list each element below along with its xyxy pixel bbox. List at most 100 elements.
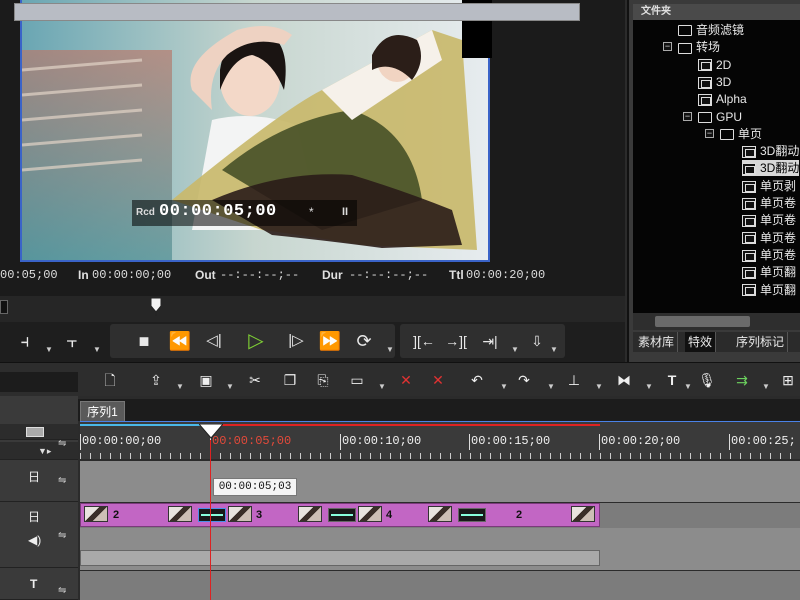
split-icon[interactable]: ⧓: [614, 370, 634, 390]
redo-dropdown-icon[interactable]: ▼: [547, 382, 555, 391]
scrub-playhead[interactable]: [151, 298, 161, 316]
ruler-tick: [729, 434, 730, 450]
audio-clip[interactable]: [80, 550, 600, 566]
delete-icon[interactable]: ✕: [396, 370, 416, 390]
grid-icon[interactable]: ⊞: [778, 370, 798, 390]
scrub-track[interactable]: [14, 3, 580, 21]
title-track-toggle[interactable]: T: [30, 577, 37, 591]
clip-label: 3: [256, 509, 263, 521]
tree-item[interactable]: 单页卷: [742, 230, 796, 246]
tree-item[interactable]: 单页卷: [742, 195, 796, 211]
link-dropdown-icon[interactable]: ▼: [378, 382, 386, 391]
out-label: Out: [195, 268, 216, 282]
dur-value[interactable]: --:--:--;--: [349, 268, 428, 282]
split-button[interactable]: ⇥|: [475, 330, 505, 354]
tree-collapse-toggle[interactable]: −: [705, 128, 714, 138]
track-v2-toggle[interactable]: 日: [28, 468, 40, 485]
transition-block[interactable]: [328, 508, 356, 522]
in-value[interactable]: 00:00:00;00: [92, 268, 171, 282]
export-dropdown-icon[interactable]: ▼: [550, 345, 558, 354]
track-v1-toggle[interactable]: 日: [28, 508, 40, 525]
export-button[interactable]: ⇩: [525, 330, 549, 354]
rewind-button[interactable]: ⏪: [166, 330, 194, 354]
mark-out-dropdown-icon[interactable]: ▼: [93, 345, 101, 354]
copy-icon[interactable]: ❐: [280, 370, 300, 390]
tree-item[interactable]: 单页翻: [742, 282, 796, 298]
play-button[interactable]: ▷: [242, 330, 270, 354]
transition-block[interactable]: [198, 508, 226, 522]
undo-dropdown-icon[interactable]: ▼: [500, 382, 508, 391]
scrub-left-button[interactable]: [0, 300, 8, 314]
trim-dropdown-icon[interactable]: ▼: [595, 382, 603, 391]
render-dropdown-icon[interactable]: ▼: [762, 382, 770, 391]
title-icon[interactable]: T: [662, 370, 682, 390]
ripple-delete-icon[interactable]: ✕: [428, 370, 448, 390]
track-dropdown-icon[interactable]: ▼▸: [38, 446, 51, 457]
paste-icon[interactable]: ⎘: [313, 370, 333, 390]
sync-icon-2[interactable]: ⇋: [58, 475, 66, 486]
title-dropdown-icon[interactable]: ▼: [684, 382, 692, 391]
out-value[interactable]: --:--:--;--: [220, 268, 299, 282]
track-v2-area[interactable]: [80, 461, 800, 502]
sync-icon-3[interactable]: ⇋: [58, 530, 66, 541]
trim-icon[interactable]: ⊥: [564, 370, 584, 390]
open-icon[interactable]: ⇪: [146, 370, 166, 390]
tree-item[interactable]: Alpha: [698, 91, 747, 107]
sync-icon-4[interactable]: ⇋: [58, 585, 66, 596]
link-icon[interactable]: ▭: [347, 370, 367, 390]
save-icon[interactable]: ▣: [196, 370, 216, 390]
speaker-icon[interactable]: ◀): [28, 533, 41, 547]
mic-icon[interactable]: 🎙: [697, 370, 717, 390]
tree-item[interactable]: 音频滤镜: [678, 22, 744, 38]
mark-in-button[interactable]: ⫞: [15, 330, 35, 354]
save-dropdown-icon[interactable]: ▼: [226, 382, 234, 391]
timeline-playhead-marker[interactable]: [199, 424, 223, 440]
transition-block[interactable]: [458, 508, 486, 522]
cut-icon[interactable]: ✂: [245, 370, 265, 390]
tab-sequence-markers[interactable]: 序列标记: [733, 332, 789, 352]
step-back-button[interactable]: ◁|: [200, 330, 228, 354]
open-dropdown-icon[interactable]: ▼: [176, 382, 184, 391]
split-dropdown-icon-2[interactable]: ▼: [645, 382, 653, 391]
tree-collapse-toggle[interactable]: −: [663, 42, 672, 52]
tree-item[interactable]: 2D: [698, 57, 731, 73]
tree-item[interactable]: 转场: [678, 39, 720, 55]
tree-item[interactable]: 3D: [698, 74, 731, 90]
clip-label: 2: [516, 509, 523, 521]
tree-collapse-toggle[interactable]: −: [683, 111, 692, 121]
split-dropdown-icon[interactable]: ▼: [511, 345, 519, 354]
new-icon[interactable]: 🗋: [100, 370, 120, 390]
tab-library[interactable]: 素材库: [635, 332, 679, 352]
mark-in-dropdown-icon[interactable]: ▼: [45, 345, 53, 354]
sync-icon-1[interactable]: ⇋: [58, 438, 66, 449]
tree-item[interactable]: 单页卷: [742, 212, 796, 228]
loop-dropdown-icon[interactable]: ▼: [386, 345, 394, 354]
insert-button[interactable]: ][←: [408, 330, 440, 354]
preview-monitor: Rcd 00:00:05;00 * II: [20, 0, 490, 262]
dur-label: Dur: [322, 268, 343, 282]
folder-icon: [698, 111, 712, 123]
overwrite-button[interactable]: →][: [440, 330, 472, 354]
timeline-playhead-line[interactable]: [210, 440, 211, 600]
tree-item[interactable]: 单页: [720, 126, 762, 142]
tab-effects[interactable]: 特效: [685, 332, 717, 352]
tree-item[interactable]: 单页翻: [742, 264, 796, 280]
zoom-slider-icon[interactable]: [26, 427, 44, 437]
sequence-tab[interactable]: 序列1: [80, 401, 125, 421]
mark-out-button[interactable]: ⫟: [62, 330, 82, 354]
render-icon[interactable]: ⇉: [732, 370, 752, 390]
stop-button[interactable]: ■: [132, 330, 156, 354]
redo-icon[interactable]: ↷: [514, 370, 534, 390]
fast-forward-button[interactable]: ⏩: [316, 330, 344, 354]
track-title-area[interactable]: [80, 571, 800, 600]
tree-item[interactable]: GPU: [698, 109, 742, 125]
tree-item[interactable]: 单页卷: [742, 247, 796, 263]
tree-item[interactable]: 单页剥: [742, 178, 796, 194]
undo-icon[interactable]: ↶: [467, 370, 487, 390]
tree-item[interactable]: 3D翻动: [742, 160, 800, 177]
ruler-tick: [469, 434, 470, 450]
step-forward-button[interactable]: |▷: [282, 330, 310, 354]
tree-scrollbar-thumb[interactable]: [655, 316, 750, 327]
tree-item[interactable]: 3D翻动: [742, 143, 799, 159]
loop-button[interactable]: ⟳: [352, 330, 376, 354]
